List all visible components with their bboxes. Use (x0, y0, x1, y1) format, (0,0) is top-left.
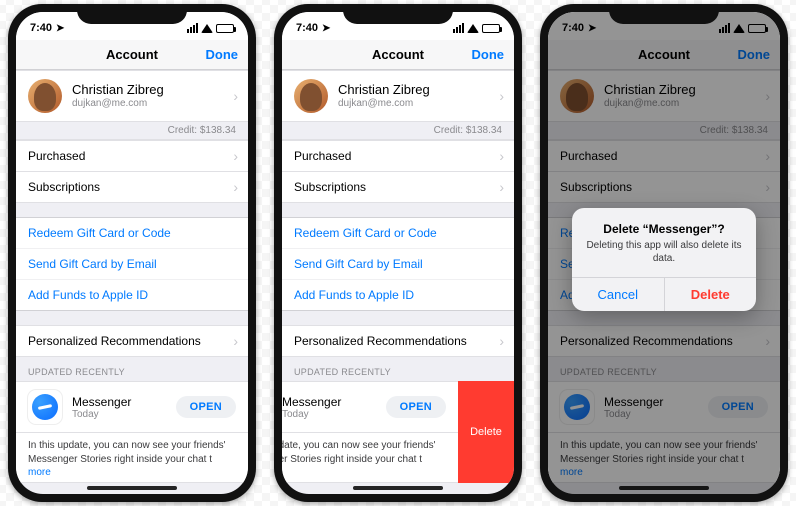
alert-title: Delete “Messenger”? (584, 222, 744, 236)
status-time: 7:40 (30, 22, 52, 34)
menu-personalized[interactable]: Personalized Recommendations› (282, 325, 514, 357)
app-row-messenger[interactable]: Messenger Today OPEN (282, 381, 458, 433)
link-add-funds[interactable]: Add Funds to Apple ID (282, 279, 514, 311)
more-link[interactable]: more (28, 467, 51, 478)
chevron-right-icon: › (499, 148, 504, 164)
home-indicator[interactable] (353, 486, 443, 490)
section-updated-recently: UPDATED RECENTLY (16, 357, 248, 381)
link-redeem[interactable]: Redeem Gift Card or Code (282, 217, 514, 248)
done-button[interactable]: Done (206, 47, 239, 62)
app-subtitle: Today (72, 409, 176, 420)
home-indicator[interactable] (619, 486, 709, 490)
avatar (28, 79, 62, 113)
delete-alert: Delete “Messenger”? Deleting this app wi… (572, 208, 756, 311)
battery-icon (216, 24, 234, 33)
link-redeem[interactable]: Redeem Gift Card or Code (16, 217, 248, 248)
chevron-right-icon: › (233, 333, 238, 349)
alert-delete-button[interactable]: Delete (665, 278, 757, 311)
wifi-icon (201, 24, 213, 33)
phone-2: 7:40 ➤ Account Done Christian Zibreg duj… (274, 4, 522, 502)
open-button[interactable]: OPEN (176, 396, 236, 418)
location-arrow-icon: ➤ (56, 23, 64, 34)
open-button[interactable]: OPEN (386, 396, 446, 418)
phone-3: 7:40 ➤ Account Done Christian Zibreg duj… (540, 4, 788, 502)
screen: 7:40 ➤ Account Done Christian Zibreg duj… (282, 12, 514, 494)
nav-title: Account (372, 47, 424, 62)
alert-cancel-button[interactable]: Cancel (572, 278, 665, 311)
user-email: dujkan@me.com (72, 98, 164, 110)
menu-purchased[interactable]: Purchased› (282, 140, 514, 172)
notch (609, 4, 719, 24)
cellular-signal-icon (453, 23, 464, 33)
link-send-gift[interactable]: Send Gift Card by Email (282, 248, 514, 279)
link-send-gift[interactable]: Send Gift Card by Email (16, 248, 248, 279)
swipe-container[interactable]: Messenger Today OPEN In this update, you… (282, 381, 514, 483)
wifi-icon (467, 24, 479, 33)
screen: 7:40 ➤ Account Done Christian Zibreg duj… (548, 12, 780, 494)
chevron-right-icon: › (499, 179, 504, 195)
notch (77, 4, 187, 24)
credit-label: Credit: $138.34 (16, 122, 248, 140)
avatar (294, 79, 328, 113)
notch (343, 4, 453, 24)
nav-bar: Account Done (282, 40, 514, 70)
done-button[interactable]: Done (472, 47, 505, 62)
update-description: In this update, you can now see your fri… (282, 433, 458, 483)
chevron-right-icon: › (233, 179, 238, 195)
nav-title: Account (106, 47, 158, 62)
messenger-icon (28, 390, 62, 424)
chevron-right-icon: › (499, 333, 504, 349)
link-add-funds[interactable]: Add Funds to Apple ID (16, 279, 248, 311)
section-updated-recently: UPDATED RECENTLY (282, 357, 514, 381)
cellular-signal-icon (187, 23, 198, 33)
user-email: dujkan@me.com (338, 98, 430, 110)
menu-purchased[interactable]: Purchased › (16, 140, 248, 172)
menu-personalized[interactable]: Personalized Recommendations › (16, 325, 248, 357)
nav-bar: Account Done (16, 40, 248, 70)
status-time: 7:40 (296, 22, 318, 34)
menu-subscriptions[interactable]: Subscriptions › (16, 172, 248, 203)
app-row-messenger[interactable]: Messenger Today OPEN (16, 381, 248, 433)
chevron-right-icon: › (233, 88, 238, 104)
swipe-delete-button[interactable]: Delete (458, 381, 514, 483)
chevron-right-icon: › (233, 148, 238, 164)
credit-label: Credit: $138.34 (282, 122, 514, 140)
menu-label: Purchased (28, 149, 85, 163)
alert-message: Deleting this app will also delete its d… (584, 239, 744, 265)
home-indicator[interactable] (87, 486, 177, 490)
user-name: Christian Zibreg (72, 82, 164, 98)
menu-label: Personalized Recommendations (28, 334, 201, 348)
phone-1: 7:40 ➤ Account Done Christian Zibreg duj… (8, 4, 256, 502)
location-arrow-icon: ➤ (322, 23, 330, 34)
user-row[interactable]: Christian Zibreg dujkan@me.com › (282, 70, 514, 122)
menu-subscriptions[interactable]: Subscriptions› (282, 172, 514, 203)
battery-icon (482, 24, 500, 33)
chevron-right-icon: › (499, 88, 504, 104)
menu-label: Subscriptions (28, 180, 100, 194)
user-name: Christian Zibreg (338, 82, 430, 98)
app-name: Messenger (72, 395, 176, 409)
screen: 7:40 ➤ Account Done Christian Zibreg duj… (16, 12, 248, 494)
user-row[interactable]: Christian Zibreg dujkan@me.com › (16, 70, 248, 122)
update-description: In this update, you can now see your fri… (16, 433, 248, 483)
